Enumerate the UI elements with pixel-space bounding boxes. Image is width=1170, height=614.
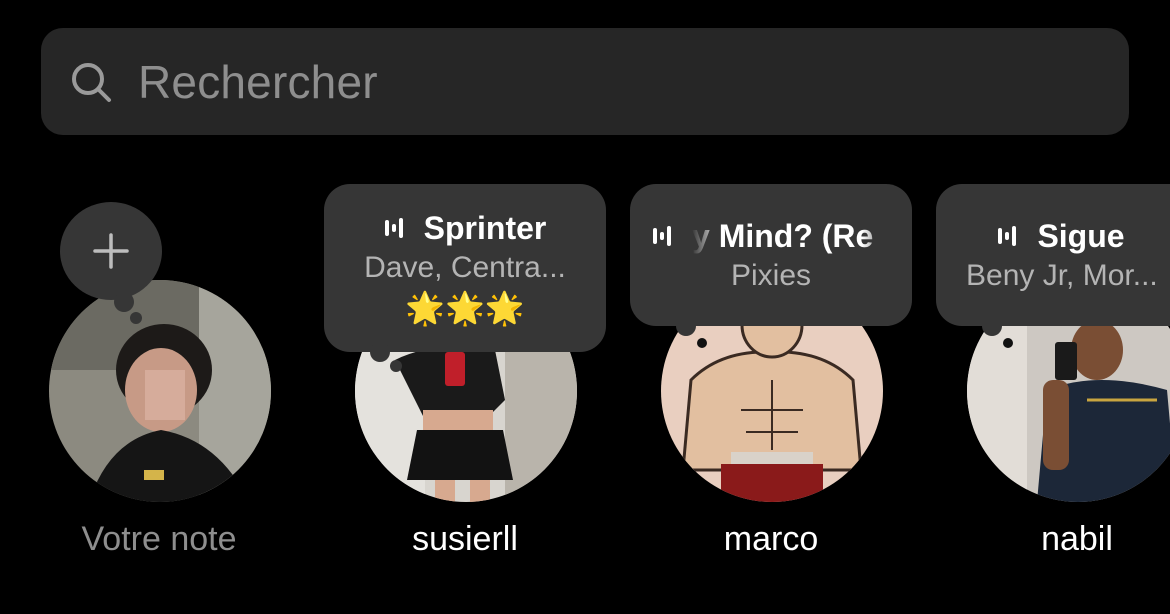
music-note-bubble[interactable]: Sigue Beny Jr, Mor... xyxy=(936,184,1170,326)
song-title: Sprinter xyxy=(423,210,547,246)
audio-wave-icon xyxy=(998,226,1017,246)
song-artist: Pixies xyxy=(730,259,812,292)
add-note-button[interactable] xyxy=(60,202,162,300)
note-username: susierll xyxy=(412,520,518,558)
song-artist: Dave, Centra... xyxy=(364,251,566,284)
song-artist: Beny Jr, Mor... xyxy=(966,259,1158,292)
plus-icon xyxy=(93,233,129,269)
search-icon xyxy=(72,63,111,102)
avatar xyxy=(49,280,271,502)
search-input[interactable]: Rechercher xyxy=(138,54,378,110)
song-title: Sigue xyxy=(1037,218,1125,254)
note-username: Votre note xyxy=(81,520,237,558)
note-username: marco xyxy=(723,520,819,558)
music-note-bubble[interactable]: Sprinter Dave, Centra... 🌟🌟🌟 xyxy=(324,184,606,352)
music-note-bubble[interactable]: y Mind? (Re Pixies xyxy=(630,184,912,326)
note-emoji: 🌟🌟🌟 xyxy=(405,290,525,326)
song-title: y Mind? (Re xyxy=(692,218,874,254)
note-username: nabil xyxy=(1041,520,1113,558)
audio-wave-icon xyxy=(653,226,671,246)
search-bar[interactable]: Rechercher xyxy=(41,28,1129,135)
audio-wave-icon xyxy=(384,218,403,238)
